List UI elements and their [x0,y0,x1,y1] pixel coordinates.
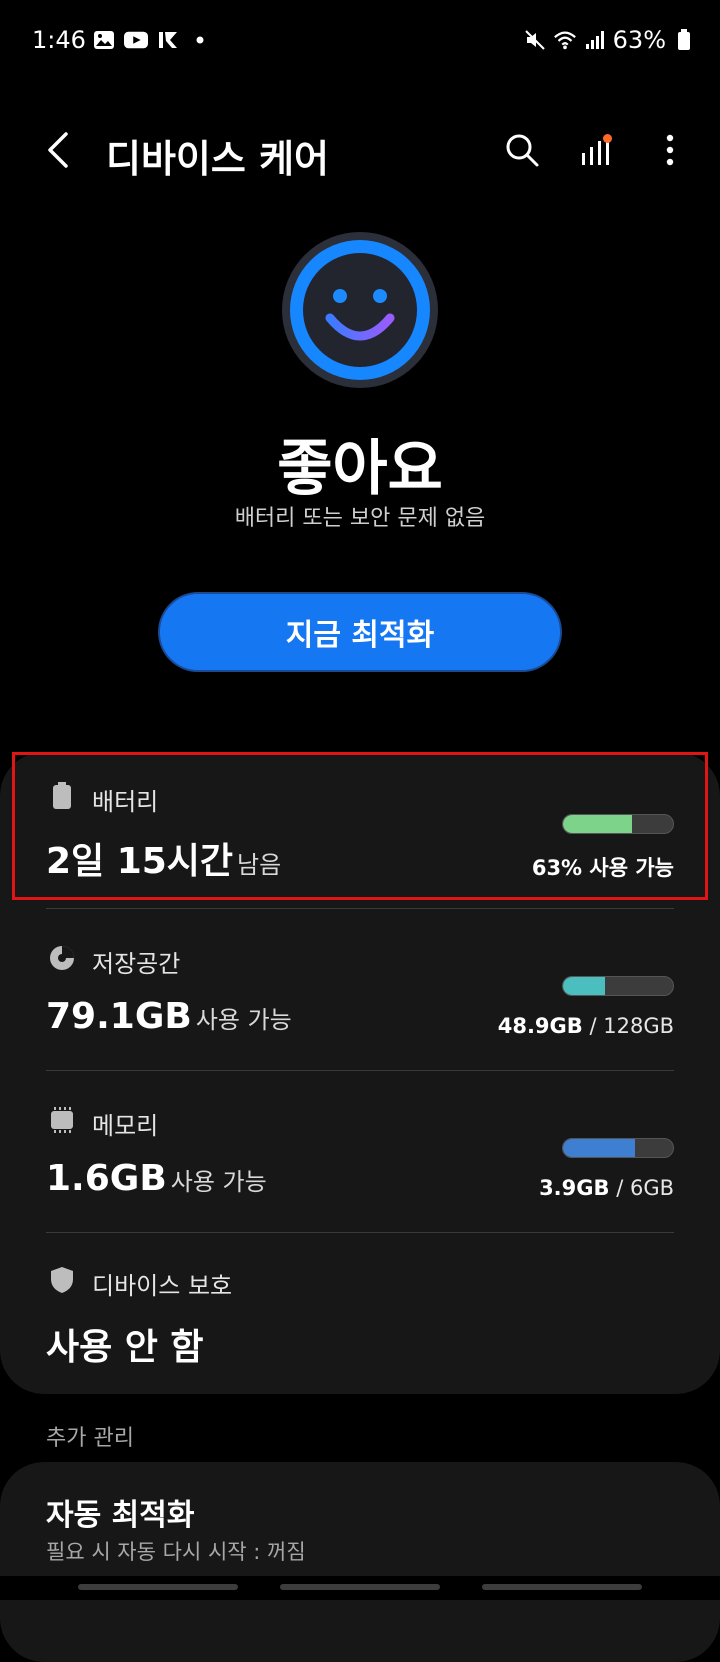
protection-label: 디바이스 보호 [92,1272,233,1300]
memory-free: 1.6GB [46,1158,167,1199]
navigation-bar [0,1576,720,1600]
page-title: 디바이스 케어 [106,137,329,181]
app-notification-icon [156,28,180,52]
memory-level-fill [563,1139,635,1157]
memory-value: 1.6GB 사용 가능 [46,1158,267,1199]
more-vertical-icon [666,134,674,166]
battery-detail: 63% 사용 가능 [532,852,674,882]
more-options-button[interactable] [644,124,696,176]
battery-icon [46,780,78,812]
smiley-icon [280,230,440,390]
battery-row[interactable]: 배터리 2일 15시간 남음 63% 사용 가능 [46,780,674,882]
status-title: 좋아요 [277,434,443,504]
status-notification-icons [92,28,212,52]
status-bar: 1:46 63% [0,0,720,84]
pie-chart-icon [46,942,78,974]
battery-value: 2일 15시간 남음 [46,832,281,884]
nav-recents-handle[interactable] [78,1584,238,1590]
battery-label: 배터리 [92,788,159,816]
divider [46,1070,674,1071]
battery-percent: 63% [612,26,666,54]
nav-home-handle[interactable] [280,1584,440,1590]
gallery-icon [92,28,116,52]
memory-total: / 6GB [616,1176,674,1200]
youtube-icon [124,28,148,52]
search-button[interactable] [496,124,548,176]
shield-icon [46,1264,78,1296]
status-time: 1:46 [32,26,86,54]
app-bar: 디바이스 케어 [0,108,720,192]
signal-icon [583,28,607,52]
chevron-left-icon [48,132,68,168]
memory-row[interactable]: 메모리 1.6GB 사용 가능 3.9GB / 6GB [46,1104,674,1204]
nav-back-handle[interactable] [482,1584,642,1590]
dot-icon [188,28,212,52]
toolbar-actions [496,124,696,176]
storage-level-bar [562,976,674,996]
status-hero [0,230,720,390]
storage-unit: 사용 가능 [195,1006,292,1034]
battery-time: 2일 15시간 [46,841,234,882]
storage-used: 48.9GB [497,1014,583,1038]
battery-icon [672,28,696,52]
back-button[interactable] [32,124,84,176]
wifi-icon [553,28,577,52]
optimize-now-button[interactable]: 지금 최적화 [158,592,562,672]
storage-total: / 128GB [589,1014,674,1038]
section-header-additional: 추가 관리 [46,1426,134,1451]
status-system-icons: 63% [523,26,696,54]
memory-level-bar [562,1138,674,1158]
storage-value: 79.1GB 사용 가능 [46,996,292,1037]
battery-available: 63% 사용 가능 [531,856,674,880]
device-protection-row[interactable]: 디바이스 보호 사용 안 함 [46,1264,674,1368]
memory-chip-icon [46,1104,78,1136]
auto-optimize-title: 자동 최적화 [46,1498,195,1533]
battery-level-bar [562,814,674,834]
divider [46,1232,674,1233]
divider [46,908,674,909]
memory-unit: 사용 가능 [170,1168,267,1196]
storage-level-fill [563,977,605,995]
storage-detail: 48.9GB / 128GB [498,1014,674,1038]
stats-button[interactable] [570,124,622,176]
battery-unit: 남음 [237,851,282,879]
battery-level-fill [563,815,633,833]
memory-detail: 3.9GB / 6GB [539,1176,674,1200]
memory-used: 3.9GB [539,1176,610,1200]
storage-free: 79.1GB [46,996,192,1037]
storage-row[interactable]: 저장공간 79.1GB 사용 가능 48.9GB / 128GB [46,942,674,1042]
mute-icon [523,28,547,52]
auto-optimize-subtitle: 필요 시 자동 다시 시작 : 꺼짐 [46,1540,306,1564]
storage-label: 저장공간 [92,950,181,978]
status-subtitle: 배터리 또는 보안 문제 없음 [234,506,486,531]
notification-dot [603,134,612,143]
protection-value: 사용 안 함 [46,1327,204,1368]
memory-label: 메모리 [92,1112,159,1140]
search-icon [506,134,539,167]
